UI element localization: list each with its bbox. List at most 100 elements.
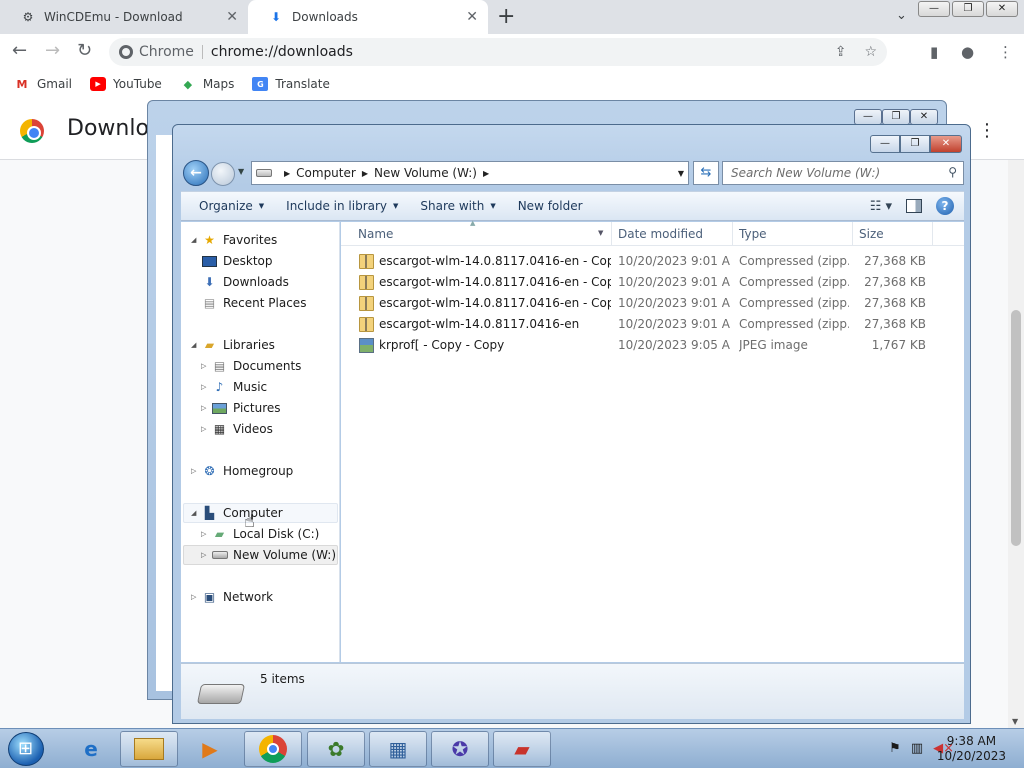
expand-triangle-icon[interactable]: ▷ xyxy=(191,467,201,475)
file-row[interactable]: escargot-wlm-14.0.8117.0416-en - Copy 10… xyxy=(341,293,964,314)
recent-pages-chevron-icon[interactable]: ▼ xyxy=(238,167,244,176)
omnibox[interactable]: Chrome chrome://downloads ⇪ ☆ xyxy=(109,38,887,66)
collapse-triangle-icon[interactable]: ◢ xyxy=(191,509,201,517)
action-center-flag-icon[interactable]: ⚑ xyxy=(889,741,901,756)
minimize-button[interactable]: — xyxy=(870,135,900,153)
help-icon[interactable]: ? xyxy=(936,197,954,215)
breadcrumb-separator-icon[interactable]: ▶ xyxy=(483,169,489,178)
preview-pane-icon[interactable] xyxy=(906,199,922,213)
back-arrow-icon[interactable]: ← xyxy=(12,40,27,61)
search-input[interactable]: Search New Volume (W:) ⚲ xyxy=(722,161,964,185)
bookmark-translate[interactable]: G Translate xyxy=(252,77,330,91)
expand-triangle-icon[interactable]: ▷ xyxy=(201,362,211,370)
file-row[interactable]: krprof[ - Copy - Copy 10/20/2023 9:05 AM… xyxy=(341,335,964,356)
tree-item-network[interactable]: ▷ ▣ Network xyxy=(191,587,273,607)
file-row[interactable]: escargot-wlm-14.0.8117.0416-en - Copy ..… xyxy=(341,251,964,272)
tree-item-libraries[interactable]: ◢ ▰ Libraries xyxy=(191,335,275,355)
column-divider[interactable] xyxy=(932,222,933,246)
breadcrumb-computer[interactable]: Computer xyxy=(296,166,356,180)
address-bar[interactable]: ▶ Computer ▶ New Volume (W:) ▶ ▼ xyxy=(251,161,689,185)
tree-item-videos[interactable]: ▷ ▦ Videos xyxy=(201,419,273,439)
page-scrollbar[interactable]: ▼ xyxy=(1008,160,1024,728)
tree-item-downloads[interactable]: ⬇ Downloads xyxy=(201,272,288,292)
close-button[interactable]: ✕ xyxy=(930,135,962,153)
tree-item-desktop[interactable]: Desktop xyxy=(201,251,273,271)
expand-triangle-icon[interactable]: ▷ xyxy=(201,551,211,559)
restore-button[interactable]: ❐ xyxy=(952,1,984,17)
omnibox-url[interactable]: chrome://downloads xyxy=(211,44,353,60)
column-header-date[interactable]: Date modified xyxy=(618,227,703,241)
tree-item-music[interactable]: ▷ ♪ Music xyxy=(201,377,267,397)
change-view-icon[interactable]: ☷ ▾ xyxy=(870,199,892,214)
toolbox-icon[interactable]: ▰ xyxy=(493,731,551,767)
search-icon[interactable]: ⚲ xyxy=(948,165,957,179)
bookmark-gmail[interactable]: M Gmail xyxy=(14,77,73,91)
new-folder-button[interactable]: New folder xyxy=(508,199,595,213)
tree-item-new-volume[interactable]: ▷ New Volume (W:) xyxy=(201,545,336,565)
media-player-icon[interactable]: ▶ xyxy=(181,731,239,767)
tree-item-pictures[interactable]: ▷ Pictures xyxy=(201,398,281,418)
column-filter-chevron-icon[interactable]: ▼ xyxy=(598,229,603,237)
internet-explorer-icon[interactable]: e xyxy=(62,731,120,767)
minimize-button[interactable]: — xyxy=(854,109,882,125)
reload-icon[interactable]: ↻ xyxy=(77,40,92,61)
profile-avatar-icon[interactable]: ● xyxy=(961,43,974,61)
back-button[interactable]: ← xyxy=(183,160,209,186)
collapse-triangle-icon[interactable]: ◢ xyxy=(191,236,201,244)
tree-item-recent-places[interactable]: ▤ Recent Places xyxy=(201,293,307,313)
control-panel-icon[interactable]: ▦ xyxy=(369,731,427,767)
expand-triangle-icon[interactable]: ▷ xyxy=(201,383,211,391)
column-header-size[interactable]: Size xyxy=(859,227,884,241)
file-explorer-icon[interactable] xyxy=(120,731,178,767)
column-header-name[interactable]: Name xyxy=(358,227,393,241)
tab-wincdemu[interactable]: ⚙ WinCDEmu - Download ✕ xyxy=(0,0,248,34)
bookmark-youtube[interactable]: ▶ YouTube xyxy=(90,77,162,91)
downloads-menu-icon[interactable]: ⋮ xyxy=(978,120,996,141)
breadcrumb-new-volume[interactable]: New Volume (W:) xyxy=(374,166,477,180)
new-tab-button[interactable]: + xyxy=(497,4,515,29)
network-status-icon[interactable]: ▥ xyxy=(911,741,923,756)
file-row[interactable]: escargot-wlm-14.0.8117.0416-en - Copy (.… xyxy=(341,272,964,293)
bookmark-maps[interactable]: ◆ Maps xyxy=(180,77,235,91)
side-panel-icon[interactable]: ▮ xyxy=(930,43,938,61)
tab-downloads[interactable]: ⬇ Downloads ✕ xyxy=(248,0,488,34)
share-with-button[interactable]: Share with ▼ xyxy=(410,199,507,213)
close-tab-icon[interactable]: ✕ xyxy=(466,9,478,25)
tree-item-computer[interactable]: ◢ ▙ Computer xyxy=(191,503,283,523)
breadcrumb-separator-icon[interactable]: ▶ xyxy=(362,169,368,178)
forward-button[interactable] xyxy=(211,162,235,186)
restore-button[interactable]: ❐ xyxy=(900,135,930,153)
file-row[interactable]: escargot-wlm-14.0.8117.0416-en 10/20/202… xyxy=(341,314,964,335)
wincdemu-icon[interactable]: ✪ xyxy=(431,731,489,767)
column-divider[interactable] xyxy=(732,222,733,246)
network-app-icon[interactable]: ✿ xyxy=(307,731,365,767)
bookmark-star-icon[interactable]: ☆ xyxy=(864,44,877,60)
clock[interactable]: 9:38 AM 10/20/2023 xyxy=(937,734,1006,764)
tree-item-local-disk[interactable]: ▷ ▰ Local Disk (C:) xyxy=(201,524,319,544)
share-icon[interactable]: ⇪ xyxy=(835,44,847,60)
tree-item-homegroup[interactable]: ▷ ❂ Homegroup xyxy=(191,461,293,481)
expand-triangle-icon[interactable]: ▷ xyxy=(201,530,211,538)
expand-triangle-icon[interactable]: ▷ xyxy=(201,404,211,412)
expand-triangle-icon[interactable]: ▷ xyxy=(201,425,211,433)
restore-button[interactable]: ❐ xyxy=(882,109,910,125)
include-in-library-button[interactable]: Include in library ▼ xyxy=(276,199,410,213)
organize-button[interactable]: Organize ▼ xyxy=(181,199,276,213)
tab-search-chevron-icon[interactable]: ⌄ xyxy=(896,8,907,23)
column-divider[interactable] xyxy=(852,222,853,246)
column-divider[interactable] xyxy=(611,222,612,246)
address-dropdown-icon[interactable]: ▼ xyxy=(678,169,684,178)
forward-arrow-icon[interactable]: → xyxy=(45,40,60,61)
close-tab-icon[interactable]: ✕ xyxy=(226,9,238,25)
chrome-menu-icon[interactable]: ⋮ xyxy=(998,43,1013,61)
breadcrumb-separator-icon[interactable]: ▶ xyxy=(284,169,290,178)
column-header-type[interactable]: Type xyxy=(739,227,767,241)
minimize-button[interactable]: — xyxy=(918,1,950,17)
close-button[interactable]: ✕ xyxy=(910,109,938,125)
close-button[interactable]: ✕ xyxy=(986,1,1018,17)
refresh-button[interactable]: ⇆ xyxy=(693,161,719,185)
scrollbar-thumb[interactable] xyxy=(1011,310,1021,546)
start-button[interactable] xyxy=(8,732,44,766)
tree-item-favorites[interactable]: ◢ ★ Favorites xyxy=(191,230,277,250)
tree-item-documents[interactable]: ▷ ▤ Documents xyxy=(201,356,301,376)
